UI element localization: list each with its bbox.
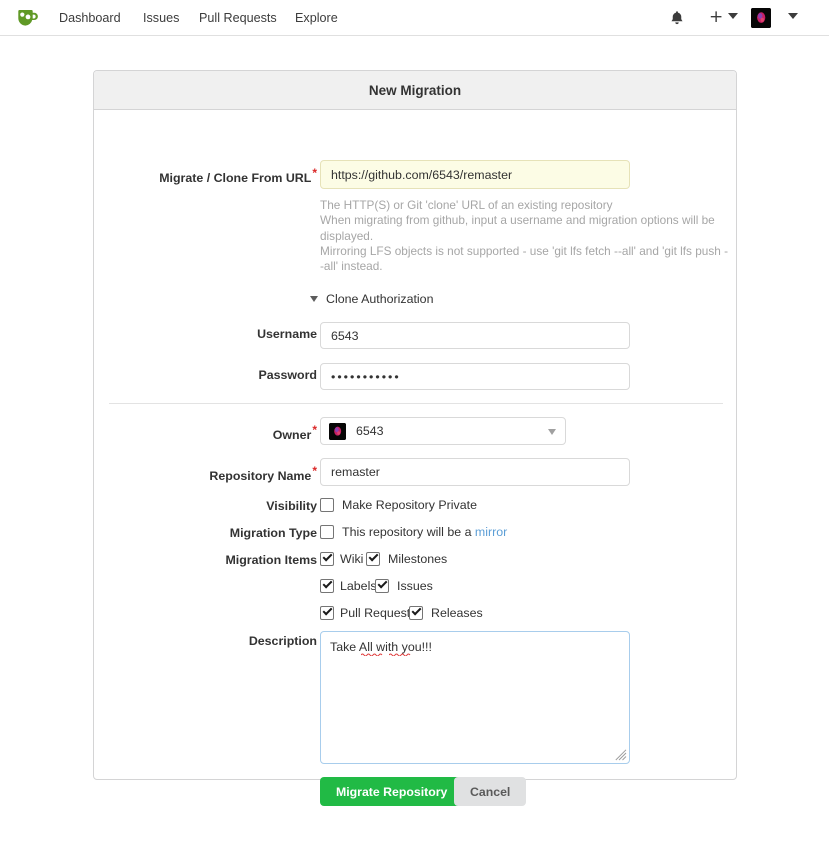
releases-label[interactable]: Releases: [431, 606, 483, 620]
migration-form: Migrate / Clone From URL* The HTTP(S) or…: [94, 110, 736, 806]
nav-link-dashboard[interactable]: Dashboard: [59, 0, 121, 36]
milestones-checkbox[interactable]: [366, 552, 380, 566]
migrate-repository-button[interactable]: Migrate Repository: [320, 777, 464, 806]
pull-requests-checkbox[interactable]: [320, 606, 334, 620]
cancel-button[interactable]: Cancel: [454, 777, 527, 806]
label-visibility: Visibility: [266, 499, 317, 513]
bell-icon[interactable]: [668, 9, 686, 27]
username-input[interactable]: [320, 322, 630, 349]
chevron-down-icon-create[interactable]: [728, 13, 738, 19]
description-textarea[interactable]: [320, 631, 630, 764]
gitea-logo-icon[interactable]: [12, 6, 38, 30]
wiki-checkbox[interactable]: [320, 552, 334, 566]
label-username: Username: [257, 327, 317, 341]
owner-value: 6543: [356, 424, 384, 438]
plus-icon[interactable]: +: [709, 8, 723, 26]
top-navbar: Dashboard Issues Pull Requests Explore +: [0, 0, 829, 36]
required-marker: *: [312, 464, 317, 478]
issues-checkbox[interactable]: [375, 579, 389, 593]
mirror-checkbox[interactable]: [320, 525, 334, 539]
url-help-text: The HTTP(S) or Git 'clone' URL of an exi…: [320, 198, 729, 274]
password-input[interactable]: [320, 363, 630, 390]
label-migrate-clone-url: Migrate / Clone From URL*: [159, 166, 317, 186]
required-marker: *: [312, 166, 317, 180]
releases-checkbox[interactable]: [409, 606, 423, 620]
milestones-label[interactable]: Milestones: [388, 552, 447, 566]
labels-label[interactable]: Labels: [340, 579, 377, 593]
repository-name-input[interactable]: [320, 458, 630, 486]
wiki-label[interactable]: Wiki: [340, 552, 363, 566]
mirror-label[interactable]: This repository will be a mirror: [342, 525, 507, 539]
label-description: Description: [248, 634, 317, 648]
label-owner: Owner*: [272, 423, 317, 443]
new-migration-card: New Migration Migrate / Clone From URL* …: [93, 70, 737, 806]
nav-link-pull-requests[interactable]: Pull Requests: [199, 0, 277, 36]
label-password: Password: [258, 368, 317, 382]
nav-link-explore[interactable]: Explore: [295, 0, 338, 36]
make-repository-private-label[interactable]: Make Repository Private: [342, 498, 477, 512]
owner-avatar: [329, 423, 346, 440]
required-marker: *: [312, 423, 317, 437]
issues-label[interactable]: Issues: [397, 579, 433, 593]
pull-requests-label[interactable]: Pull Requests: [340, 606, 416, 620]
page-title: New Migration: [94, 71, 736, 110]
label-migration-type: Migration Type: [229, 526, 317, 540]
clone-authorization-label: Clone Authorization: [326, 292, 434, 306]
label-migration-items: Migration Items: [225, 553, 317, 567]
avatar[interactable]: [751, 8, 771, 28]
label-repository-name: Repository Name*: [209, 464, 317, 484]
nav-link-issues[interactable]: Issues: [143, 0, 179, 36]
chevron-down-icon-user[interactable]: [788, 13, 798, 19]
clone-authorization-accordion[interactable]: Clone Authorization: [310, 292, 433, 306]
chevron-down-icon: [548, 429, 556, 435]
mirror-link[interactable]: mirror: [475, 525, 507, 539]
caret-down-icon: [310, 296, 318, 302]
section-divider: [109, 403, 723, 404]
labels-checkbox[interactable]: [320, 579, 334, 593]
owner-dropdown[interactable]: 6543: [320, 417, 566, 445]
migrate-clone-url-input[interactable]: [320, 160, 630, 189]
make-repository-private-checkbox[interactable]: [320, 498, 334, 512]
